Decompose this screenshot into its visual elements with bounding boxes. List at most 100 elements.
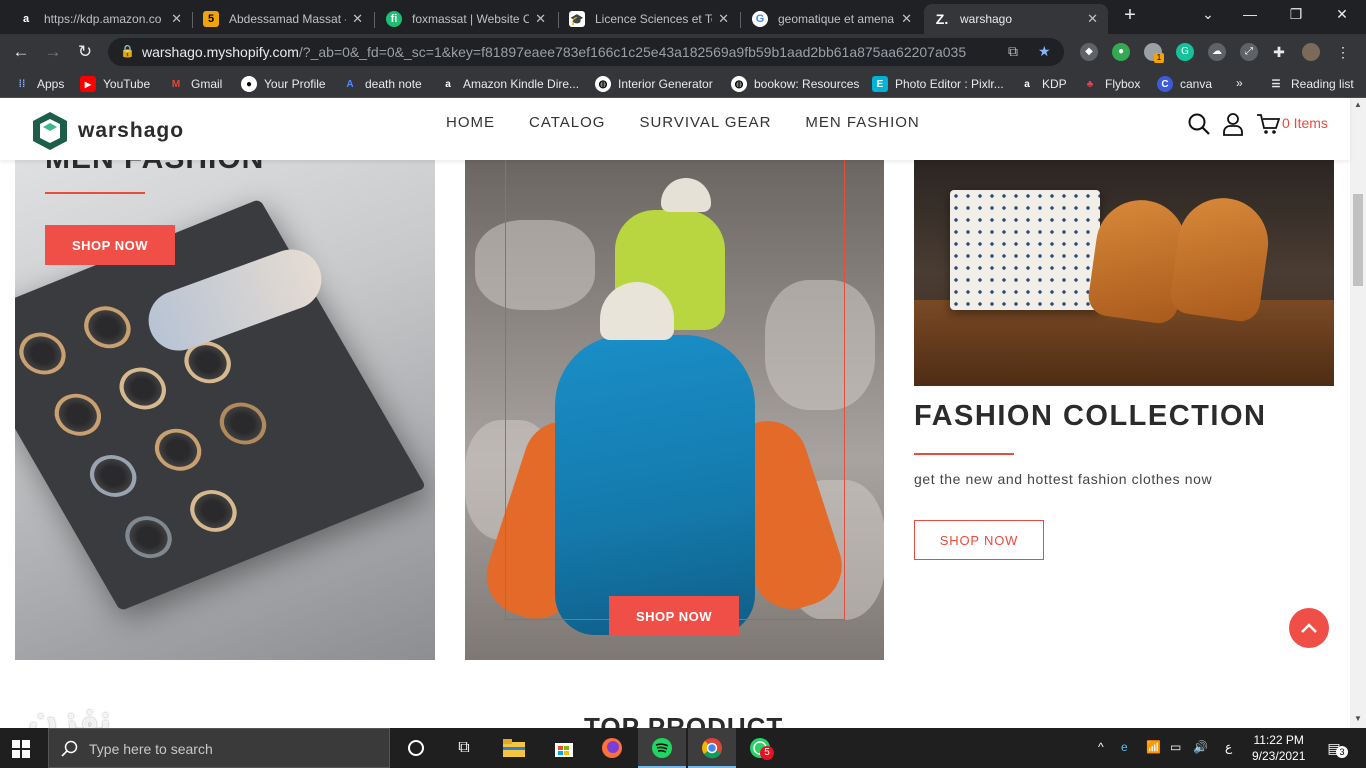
reload-icon[interactable]: ↻ — [74, 41, 96, 63]
browser-tab[interactable]: 5 Abdessamad Massat - ✕ — [193, 4, 373, 34]
bookmark-kdp[interactable]: a KDP — [1019, 76, 1066, 92]
page-content: MEN FASHION SHOP NOW SHOP NOW FASHION CO… — [0, 160, 1350, 728]
bookmark-youtube[interactable]: ▶ YouTube — [80, 76, 150, 92]
input-language[interactable]: ع — [1225, 740, 1232, 754]
browser-tab[interactable]: G geomatique et amena ✕ — [742, 4, 922, 34]
nav-home[interactable]: HOME — [446, 114, 495, 131]
extension-icon[interactable]: ● — [1112, 43, 1130, 61]
restore-icon[interactable]: ❐ — [1284, 6, 1308, 23]
page-scrollbar[interactable]: ▲ ▼ — [1350, 98, 1366, 728]
bookmark-death-note[interactable]: Adeath note — [342, 76, 421, 92]
tab-title: foxmassat | Website C — [412, 12, 530, 26]
scroll-down-icon[interactable]: ▼ — [1354, 714, 1362, 723]
edge-icon[interactable]: e — [1121, 740, 1128, 754]
close-icon[interactable]: ✕ — [352, 11, 363, 27]
close-icon[interactable]: ✕ — [718, 11, 729, 27]
bookmark-interior[interactable]: ◍ Interior Generator — [595, 76, 713, 92]
search-icon — [61, 740, 78, 757]
tab-title: Licence Sciences et Te — [595, 12, 713, 26]
extension-icon[interactable]: 1 — [1144, 43, 1164, 63]
scrollbar-thumb[interactable] — [1353, 194, 1363, 286]
nav-catalog[interactable]: CATALOG — [529, 114, 605, 131]
bookmark-flybox[interactable]: ♣ Flybox — [1082, 76, 1141, 92]
site-logo[interactable]: warshago — [32, 111, 184, 151]
nav-survival-gear[interactable]: SURVIVAL GEAR — [639, 114, 771, 131]
reading-list[interactable]: ☰ Reading list — [1268, 76, 1354, 92]
canva-icon: C — [1157, 76, 1173, 92]
address-bar[interactable]: 🔒 warshago.myshopify.com/?_ab=0&_fd=0&_s… — [108, 38, 1064, 66]
survival-gear-banner[interactable]: SHOP NOW — [465, 160, 884, 660]
tab-search-icon[interactable]: ⌄ — [1196, 6, 1220, 23]
windows-start-icon[interactable] — [12, 740, 30, 758]
chrome-icon[interactable] — [700, 736, 724, 760]
extension-icon[interactable]: ◆ — [1080, 43, 1098, 61]
nav-men-fashion[interactable]: MEN FASHION — [805, 114, 919, 131]
url-text[interactable]: warshago.myshopify.com/?_ab=0&_fd=0&_sc=… — [142, 44, 966, 60]
notification-count: 3 — [1336, 746, 1348, 758]
bookmark-apps[interactable]: ⁞⁞ Apps — [14, 76, 65, 92]
battery-icon[interactable]: ▭ — [1170, 740, 1181, 754]
task-view-icon[interactable]: ⧉ — [452, 736, 476, 760]
fashion-collection-title: FASHION COLLECTION — [914, 400, 1267, 432]
puzzle-icon[interactable]: ✚ — [1270, 43, 1288, 61]
bookmark-bookow[interactable]: ◍ bookow: Resources — [731, 76, 859, 92]
shop-now-button[interactable]: SHOP NOW — [609, 596, 739, 636]
new-tab-button[interactable]: + — [1120, 5, 1140, 26]
forward-icon[interactable]: → — [42, 41, 64, 63]
whatsapp-icon[interactable]: 5 — [748, 736, 774, 760]
close-icon[interactable]: ✕ — [901, 11, 912, 27]
close-window-icon[interactable]: ✕ — [1330, 6, 1354, 23]
file-explorer-icon[interactable] — [502, 736, 526, 760]
back-icon[interactable]: ← — [10, 41, 32, 63]
grammarly-icon[interactable]: G — [1176, 43, 1194, 61]
volume-icon[interactable]: 🔊 — [1193, 740, 1208, 754]
browser-tab[interactable]: a https://kdp.amazon.co ✕ — [8, 4, 192, 34]
scroll-up-icon[interactable]: ▲ — [1354, 100, 1362, 109]
firefox-icon[interactable] — [600, 736, 624, 760]
bookmark-gmail[interactable]: M Gmail — [168, 76, 223, 92]
bookmark-profile[interactable]: ● Your Profile — [241, 76, 326, 92]
avatar[interactable] — [1302, 43, 1320, 61]
browser-tab-active[interactable]: Z. warshago ✕ — [924, 4, 1108, 34]
browser-toolbar: ← → ↻ 🔒 warshago.myshopify.com/?_ab=0&_f… — [0, 34, 1366, 70]
star-icon[interactable]: ★ — [1038, 43, 1051, 60]
bookmark-kindle[interactable]: a Amazon Kindle Dire... — [440, 76, 579, 92]
scroll-to-top-button[interactable] — [1289, 608, 1329, 648]
shirts-image — [950, 190, 1100, 310]
extension-icon[interactable]: ⤢ — [1240, 43, 1258, 61]
store-icon[interactable] — [552, 736, 576, 760]
men-fashion-banner[interactable]: MEN FASHION SHOP NOW — [15, 160, 435, 660]
cart-count[interactable]: 0 Items — [1282, 115, 1328, 131]
minimize-icon[interactable]: — — [1238, 6, 1262, 22]
cart-icon[interactable] — [1256, 112, 1280, 136]
bookmark-canva[interactable]: Ccanva — [1157, 76, 1212, 92]
cortana-icon[interactable] — [404, 736, 428, 760]
browser-tab[interactable]: 🎓 Licence Sciences et Te ✕ — [559, 4, 739, 34]
menu-icon[interactable]: ⋮ — [1334, 43, 1352, 61]
search-icon[interactable] — [1187, 112, 1211, 136]
close-icon[interactable]: ✕ — [535, 11, 546, 27]
shop-now-button[interactable]: SHOP NOW — [45, 225, 175, 265]
close-icon[interactable]: ✕ — [171, 11, 182, 27]
close-icon[interactable]: ✕ — [1087, 11, 1098, 27]
user-icon[interactable] — [1221, 112, 1245, 136]
wifi-icon[interactable]: 📶 — [1146, 740, 1161, 754]
translate-icon[interactable]: ⧉ — [1008, 43, 1018, 60]
logo-hexagon-icon — [33, 112, 67, 150]
clock[interactable]: 11:22 PM 9/23/2021 — [1252, 732, 1305, 764]
taskbar-search[interactable]: Type here to search — [48, 728, 390, 768]
spotify-icon[interactable] — [650, 736, 674, 760]
notifications-icon[interactable]: ▤ 3 — [1322, 736, 1348, 760]
fiverr-icon: fi — [386, 11, 402, 27]
panel-title: MEN FASHION — [45, 160, 264, 176]
browser-tab[interactable]: fi foxmassat | Website C ✕ — [376, 4, 556, 34]
pixlr-icon: E — [872, 76, 888, 92]
bookmark-pixlr[interactable]: E Photo Editor : Pixlr... — [872, 76, 1004, 92]
extension-icon[interactable]: ☁ — [1208, 43, 1226, 61]
show-hidden-icons[interactable]: ^ — [1098, 740, 1104, 754]
bookmarks-overflow[interactable]: » — [1236, 76, 1243, 90]
reading-list-icon: ☰ — [1271, 78, 1281, 90]
shop-now-outline-button[interactable]: SHOP NOW — [914, 520, 1044, 560]
fashion-collection-image[interactable] — [914, 160, 1334, 386]
z-icon: Z. — [935, 11, 949, 27]
